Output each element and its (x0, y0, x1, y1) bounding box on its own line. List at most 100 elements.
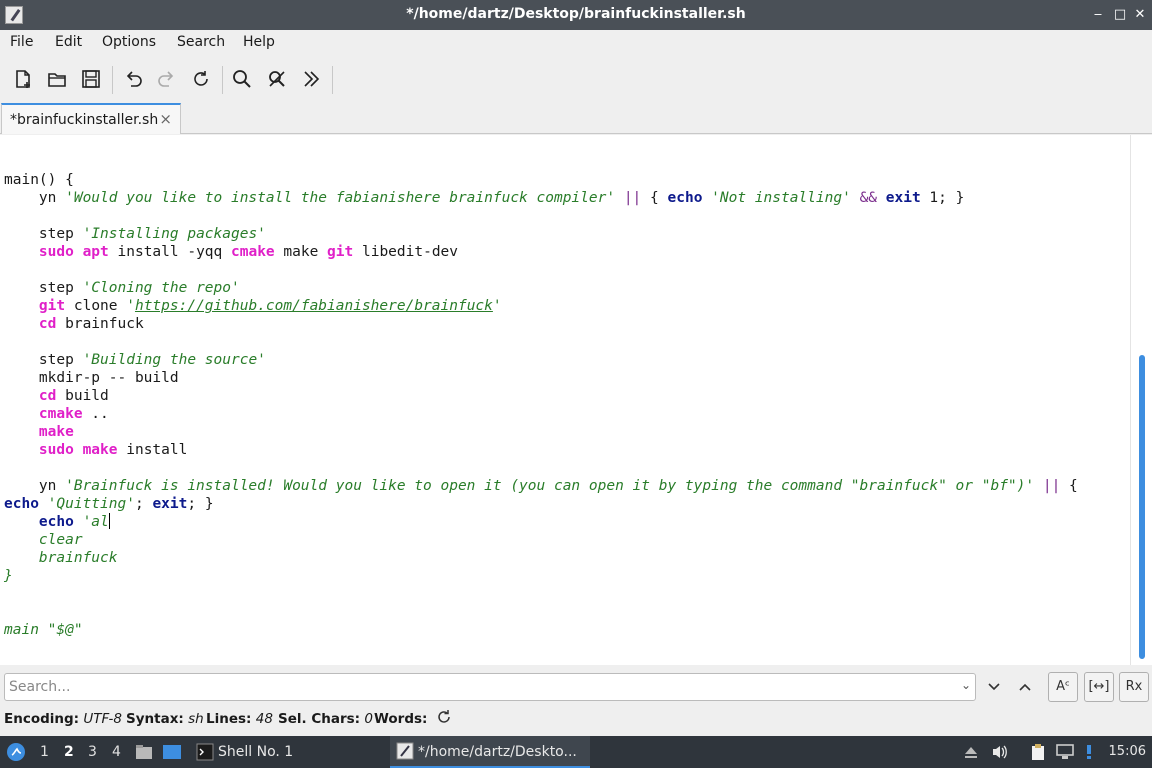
editor-window: */home/dartz/Desktop/brainfuckinstaller.… (0, 0, 1152, 736)
lines-value: 48 (255, 711, 273, 727)
menu-help[interactable]: Help (243, 34, 275, 50)
menu-options[interactable]: Options (102, 34, 156, 50)
minimize-button[interactable]: ‒ (1088, 5, 1108, 25)
volume-icon[interactable] (991, 744, 1009, 760)
reload-button[interactable] (186, 64, 216, 94)
reload-icon (194, 71, 208, 86)
syntax-label: Syntax: (126, 711, 184, 727)
search-replace-icon (269, 71, 285, 87)
scrollbar-thumb[interactable] (1139, 355, 1145, 659)
code-line: sudo make install (38, 442, 188, 458)
toolbar (0, 60, 1152, 100)
redo-button[interactable] (152, 64, 182, 94)
code-line: yn 'Would you like to install the fabian… (4, 190, 965, 206)
task-editor[interactable]: */home/dartz/Deskto... (390, 736, 590, 768)
sel-chars-label: Sel. Chars: (278, 711, 361, 727)
more-button[interactable] (296, 64, 326, 94)
code-line: make (38, 424, 74, 440)
toolbar-separator (112, 66, 113, 94)
syntax-value: sh (188, 711, 204, 727)
toolbar-separator (332, 66, 333, 94)
notification-icon[interactable] (1081, 743, 1097, 761)
close-button[interactable]: ✕ (1130, 5, 1150, 25)
vertical-scrollbar[interactable] (1130, 135, 1152, 665)
code-line: main() { (4, 172, 74, 188)
code-line: sudo apt install -yqq cmake make git lib… (38, 244, 459, 260)
undo-icon (126, 71, 142, 87)
redo-icon (158, 71, 174, 87)
code-line: echo 'al (38, 513, 110, 530)
open-file-button[interactable] (42, 64, 72, 94)
status-bar: Encoding: UTF-8 Syntax: sh Lines: 48 Sel… (0, 708, 1152, 732)
whole-word-button[interactable]: [↔] (1084, 672, 1114, 702)
start-menu-icon[interactable] (6, 742, 26, 762)
find-button[interactable] (227, 64, 257, 94)
code-line: clear (4, 532, 83, 548)
code-line: step 'Installing packages' (4, 226, 266, 242)
tab-close-icon[interactable]: × (159, 110, 172, 128)
code-line: git clone 'https://github.com/fabianishe… (38, 298, 502, 314)
code-line: cd brainfuck (38, 316, 144, 332)
file-manager-icon[interactable] (134, 742, 154, 762)
search-bar: ⌄ Aᶜ [↔] Rx (0, 666, 1152, 706)
save-icon (82, 70, 100, 88)
refresh-words-icon[interactable] (436, 709, 452, 729)
find-replace-button[interactable] (262, 64, 292, 94)
clipboard-icon[interactable] (1029, 743, 1047, 761)
show-desktop-icon[interactable] (162, 742, 182, 762)
workspace-3[interactable]: 3 (88, 744, 97, 760)
workspace-4[interactable]: 4 (112, 744, 121, 760)
encoding-value: UTF-8 (83, 711, 122, 727)
task-shell[interactable]: Shell No. 1 (190, 736, 380, 768)
find-next-button[interactable] (981, 674, 1007, 700)
code-line: yn 'Brainfuck is installed! Would you li… (4, 478, 1078, 494)
save-button[interactable] (76, 64, 106, 94)
workspace-1[interactable]: 1 (40, 744, 49, 760)
code-line: cd build (38, 388, 109, 404)
code-text: main() { yn 'Would you like to install t… (4, 171, 1078, 639)
toolbar-separator (222, 66, 223, 94)
find-previous-button[interactable] (1012, 674, 1038, 700)
match-case-button[interactable]: Aᶜ (1048, 672, 1078, 702)
menu-search[interactable]: Search (177, 34, 225, 50)
tab-bar: *brainfuckinstaller.sh × (0, 100, 1152, 134)
open-folder-icon (48, 73, 66, 87)
menu-bar: File Edit Options Search Help (0, 30, 1152, 56)
menu-edit[interactable]: Edit (55, 34, 82, 50)
tab-brainfuckinstaller[interactable]: *brainfuckinstaller.sh × (1, 103, 181, 134)
taskbar: 1 2 3 4 Shell No. 1 */home/dartz/Deskto.… (0, 736, 1152, 768)
terminal-icon (196, 743, 214, 761)
words-label: Words: (374, 711, 428, 727)
undo-button[interactable] (118, 64, 148, 94)
search-input[interactable] (9, 677, 949, 697)
code-editor[interactable]: main() { yn 'Would you like to install t… (0, 135, 1152, 665)
search-icon (233, 70, 251, 88)
task-editor-label: */home/dartz/Deskto... (418, 744, 577, 760)
workspace-2[interactable]: 2 (64, 744, 74, 760)
eject-icon[interactable] (963, 744, 979, 760)
window-title: */home/dartz/Desktop/brainfuckinstaller.… (406, 6, 746, 22)
sel-chars-value: 0 (364, 711, 373, 727)
task-shell-label: Shell No. 1 (218, 744, 294, 760)
text-editor-icon (396, 742, 414, 760)
chevron-down-icon[interactable]: ⌄ (961, 678, 971, 692)
lines-label: Lines: (206, 711, 252, 727)
maximize-button[interactable]: □ (1110, 5, 1130, 25)
chevron-up-icon (1019, 683, 1031, 691)
code-line: mkdir-p -- build (4, 370, 179, 386)
regex-button[interactable]: Rx (1119, 672, 1149, 702)
code-line: echo 'Quitting'; exit; } (4, 496, 214, 512)
code-line: step 'Cloning the repo' (4, 280, 240, 296)
new-file-button[interactable] (8, 64, 38, 94)
network-icon[interactable] (1055, 743, 1075, 761)
title-bar: */home/dartz/Desktop/brainfuckinstaller.… (0, 0, 1152, 30)
code-line: brainfuck (4, 550, 118, 566)
search-box[interactable]: ⌄ (4, 673, 976, 701)
menu-file[interactable]: File (10, 34, 33, 50)
chevron-down-icon (988, 683, 1000, 691)
